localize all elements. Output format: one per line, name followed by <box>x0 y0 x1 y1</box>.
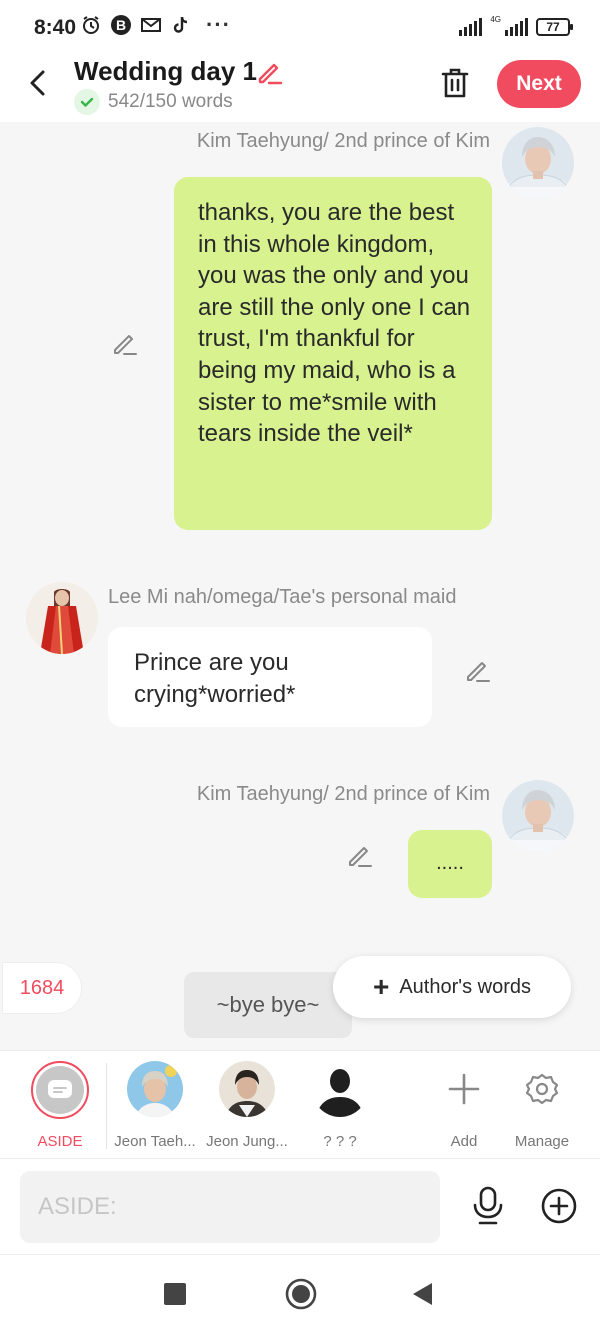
avatar-kim-taehyung[interactable] <box>502 780 574 852</box>
status-system-icons: 4G 77 <box>459 14 573 36</box>
status-notification-icons: B <box>80 14 192 36</box>
signal-icon-2 <box>505 18 528 36</box>
status-time: 8:40 <box>34 16 77 39</box>
chapter-title[interactable]: Wedding day 1 <box>74 56 257 87</box>
character-selector: ASIDE Jeon Taeh... Jeon Jung... ? ? ? Ad… <box>0 1050 600 1158</box>
authors-words-label: Author's words <box>399 975 531 998</box>
next-button[interactable]: Next <box>497 60 581 108</box>
character-aside[interactable]: ASIDE <box>15 1061 105 1150</box>
message-author-name: Lee Mi nah/omega/Tae's personal maid <box>108 586 457 608</box>
message-bubble[interactable]: Prince are you crying*worried* <box>108 627 432 727</box>
back-arrow-icon[interactable] <box>24 68 54 98</box>
message-bubble[interactable]: thanks, you are the best in this whole k… <box>174 177 492 530</box>
status-bar: 8:40 B ··· 4G 77 <box>0 0 600 56</box>
character-jeon-taeh[interactable]: Jeon Taeh... <box>110 1061 200 1150</box>
composer-bar <box>0 1158 600 1254</box>
check-icon <box>74 89 100 115</box>
svg-text:B: B <box>116 17 126 33</box>
battery-level: 77 <box>546 20 560 34</box>
editor-header: Wedding day 1 542/150 words Next <box>0 56 600 122</box>
recents-icon[interactable] <box>164 1283 186 1305</box>
character-label: ? ? ? <box>323 1133 357 1150</box>
edit-message-icon[interactable] <box>463 656 491 684</box>
character-label: ASIDE <box>37 1133 83 1150</box>
character-avatar <box>312 1061 368 1117</box>
message-bubble[interactable]: ..... <box>408 830 492 898</box>
system-nav-bar <box>0 1254 600 1333</box>
avatar-lee-mi-nah[interactable] <box>26 582 98 654</box>
character-label: Jeon Taeh... <box>114 1133 196 1150</box>
character-avatar <box>219 1061 275 1117</box>
edit-title-icon[interactable] <box>255 58 283 86</box>
character-unknown[interactable]: ? ? ? <box>295 1061 385 1150</box>
add-attachment-icon[interactable] <box>540 1187 578 1225</box>
count-badge[interactable]: 1684 <box>2 962 82 1014</box>
aside-avatar <box>31 1061 89 1119</box>
character-jeon-jung[interactable]: Jeon Jung... <box>202 1061 292 1150</box>
message-input[interactable] <box>20 1171 440 1243</box>
trash-icon[interactable] <box>440 66 470 100</box>
home-icon[interactable] <box>284 1277 318 1311</box>
edit-message-icon[interactable] <box>345 841 373 869</box>
gmail-icon <box>140 14 162 36</box>
authors-words-button[interactable]: + Author's words <box>333 956 571 1018</box>
avatar-kim-taehyung[interactable] <box>502 127 574 199</box>
plus-icon: + <box>372 971 390 1002</box>
b-badge-icon: B <box>110 14 132 36</box>
alarm-icon <box>80 14 102 36</box>
character-label: Add <box>450 1133 478 1150</box>
network-type: 4G <box>490 14 501 24</box>
divider <box>106 1063 107 1149</box>
tiktok-icon <box>170 14 192 36</box>
back-triangle-icon[interactable] <box>410 1281 434 1307</box>
character-avatar <box>127 1061 183 1117</box>
manage-characters-button[interactable]: Manage <box>497 1061 587 1150</box>
character-label: Jeon Jung... <box>206 1133 288 1150</box>
battery-icon: 77 <box>536 18 573 36</box>
edit-message-icon[interactable] <box>110 329 138 357</box>
message-author-name: Kim Taehyung/ 2nd prince of Kim <box>196 783 490 805</box>
aside-message[interactable]: ~bye bye~ <box>184 972 352 1038</box>
more-notifications-icon: ··· <box>206 12 231 37</box>
chat-bubble-icon <box>48 1080 72 1098</box>
character-label: Manage <box>514 1133 570 1150</box>
microphone-icon[interactable] <box>470 1185 506 1225</box>
message-author-name: Kim Taehyung/ 2nd prince of Kim <box>196 130 490 152</box>
signal-icon <box>459 18 483 36</box>
gear-icon <box>514 1061 570 1117</box>
add-character-button[interactable]: Add <box>419 1061 509 1150</box>
word-count: 542/150 words <box>108 91 233 112</box>
plus-icon <box>436 1061 492 1117</box>
